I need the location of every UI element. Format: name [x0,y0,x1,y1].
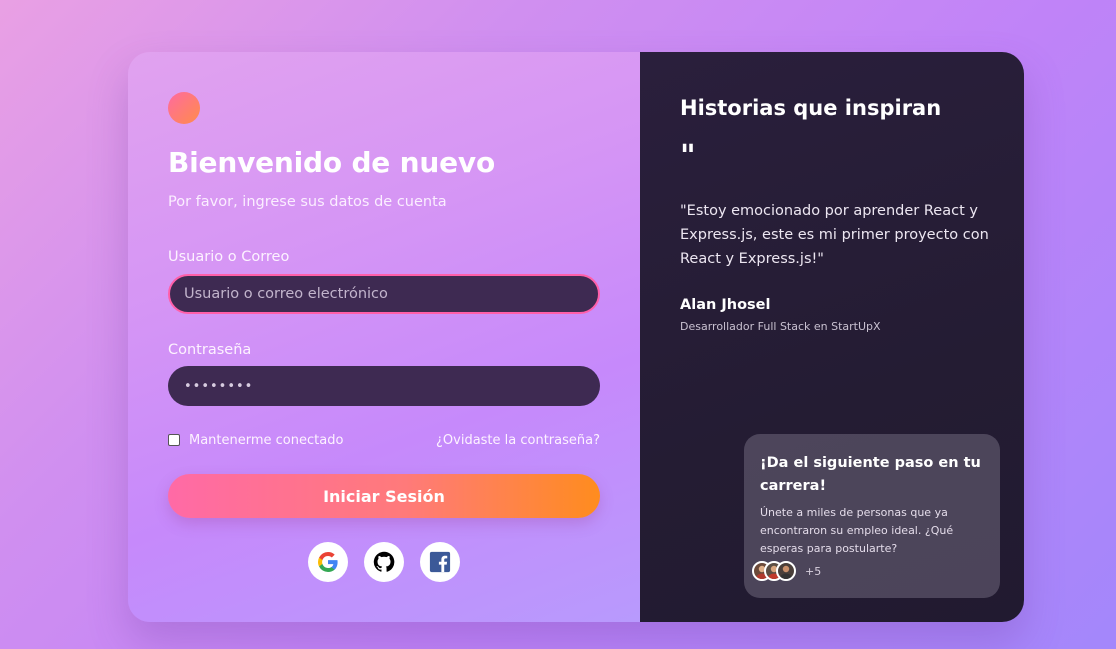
facebook-login-button[interactable] [420,542,460,582]
cta-card: ¡Da el siguiente paso en tu carrera! Úne… [744,434,1000,598]
testimonial-panel: Historias que inspiran " "Estoy emociona… [640,52,1024,622]
quote-mark: " [680,139,696,174]
remember-checkbox[interactable] [168,434,180,446]
google-icon [318,552,338,572]
testimonial-author: Alan Jhosel [680,297,771,313]
cta-text: Únete a miles de personas que ya encontr… [760,506,954,555]
password-input[interactable]: •••••••• [168,366,600,406]
page-title: Bienvenido de nuevo [168,146,495,179]
remember-row: Mantenerme conectado ¿Ovidaste la contra… [168,432,600,448]
remember-label: Mantenerme conectado [189,432,344,448]
username-input[interactable]: Usuario o correo electrónico [168,274,600,314]
username-label: Usuario o Correo [168,249,290,265]
github-login-button[interactable] [364,542,404,582]
password-label: Contraseña [168,342,252,358]
facebook-icon [429,551,451,573]
remember-me[interactable]: Mantenerme conectado [168,433,343,448]
google-login-button[interactable] [308,542,348,582]
social-login-row [308,542,460,582]
forgot-password-link[interactable]: ¿Ovidaste la contraseña? [436,433,600,448]
testimonial-quote: "Estoy emocionado por aprender React y E… [680,203,989,267]
login-panel: Bienvenido de nuevo Por favor, ingrese s… [128,52,640,622]
avatar-count: +5 [805,564,822,578]
username-placeholder: Usuario o correo electrónico [184,286,388,302]
avatar-group: +5 [752,561,821,581]
github-icon [373,551,395,572]
avatar [776,561,796,581]
password-value: •••••••• [184,378,254,394]
page-subtitle: Por favor, ingrese sus datos de cuenta [168,194,447,210]
login-card: Bienvenido de nuevo Por favor, ingrese s… [128,52,1024,622]
testimonial-role: Desarrollador Full Stack en StartUpX [680,320,881,333]
cta-title: ¡Da el siguiente paso en tu carrera! [760,455,981,494]
login-button[interactable]: Iniciar Sesión [168,474,600,518]
testimonial-title: Historias que inspiran [680,96,942,120]
logo [168,92,200,124]
